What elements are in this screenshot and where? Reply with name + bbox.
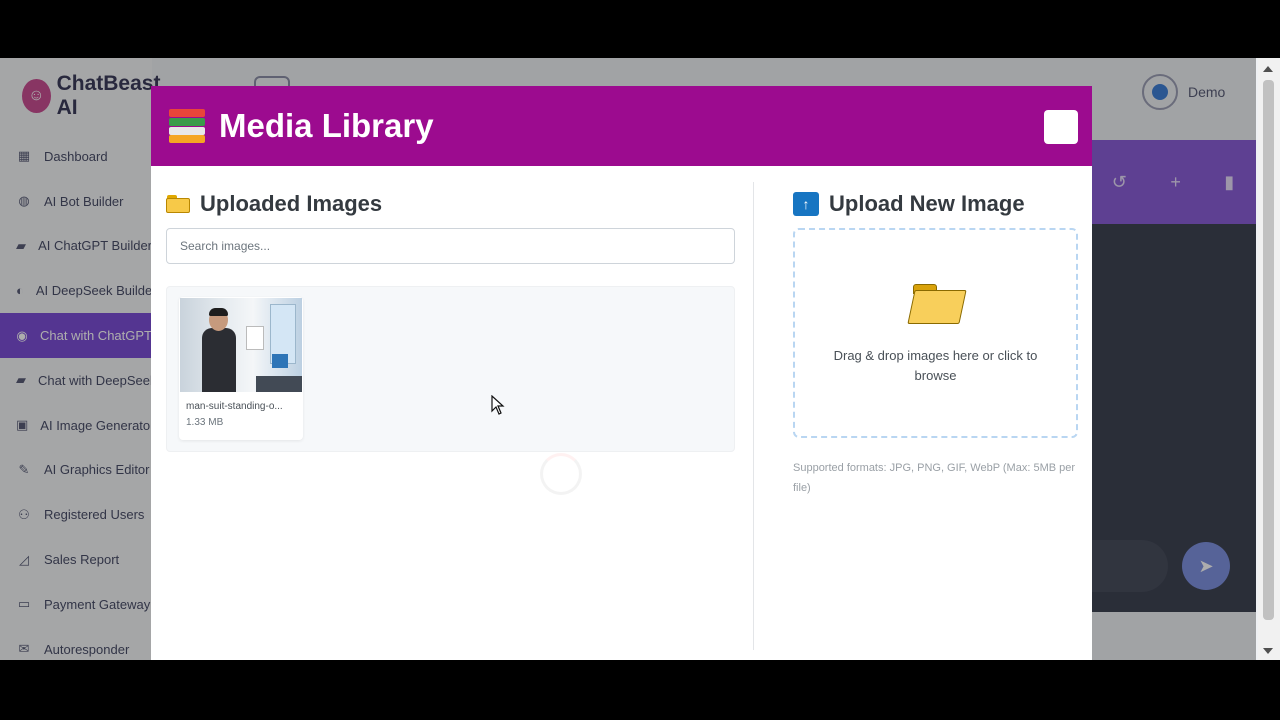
- image-card[interactable]: man-suit-standing-o... 1.33 MB: [179, 297, 303, 440]
- search-images-input[interactable]: [166, 228, 735, 264]
- open-folder-icon: [907, 284, 967, 324]
- upload-arrow-icon: ↑: [793, 192, 819, 216]
- image-filesize: 1.33 MB: [186, 417, 224, 428]
- scrollbar-thumb[interactable]: [1263, 80, 1274, 620]
- media-library-modal: Media Library Uploaded Images man-suit-s…: [151, 86, 1092, 660]
- image-grid: man-suit-standing-o... 1.33 MB: [166, 286, 735, 452]
- dropzone-text: Drag & drop images here or click to brow…: [833, 348, 1038, 383]
- upload-section: ↑ Upload New Image Drag & drop images he…: [793, 186, 1078, 498]
- books-icon: [169, 109, 205, 143]
- uploaded-images-section: Uploaded Images man-suit-standing-o... 1…: [166, 186, 735, 452]
- uploaded-images-heading: Uploaded Images: [166, 186, 735, 222]
- modal-title: Media Library: [219, 107, 434, 144]
- close-button[interactable]: [1044, 110, 1078, 144]
- page-scrollbar[interactable]: [1258, 58, 1280, 660]
- uploaded-images-title: Uploaded Images: [200, 191, 383, 216]
- image-thumbnail[interactable]: [180, 298, 302, 392]
- image-filename: man-suit-standing-o...: [186, 401, 283, 412]
- scroll-up-arrow-icon[interactable]: [1263, 66, 1273, 72]
- loading-spinner-icon: [540, 453, 582, 495]
- upload-dropzone[interactable]: Drag & drop images here or click to brow…: [793, 228, 1078, 438]
- upload-title: Upload New Image: [829, 191, 1025, 216]
- column-divider: [753, 182, 754, 650]
- scroll-down-arrow-icon[interactable]: [1263, 648, 1273, 654]
- upload-heading: ↑ Upload New Image: [793, 186, 1078, 222]
- supported-formats-note: Supported formats: JPG, PNG, GIF, WebP (…: [793, 462, 1076, 494]
- modal-header: Media Library: [151, 86, 1092, 166]
- folder-icon: [166, 195, 190, 213]
